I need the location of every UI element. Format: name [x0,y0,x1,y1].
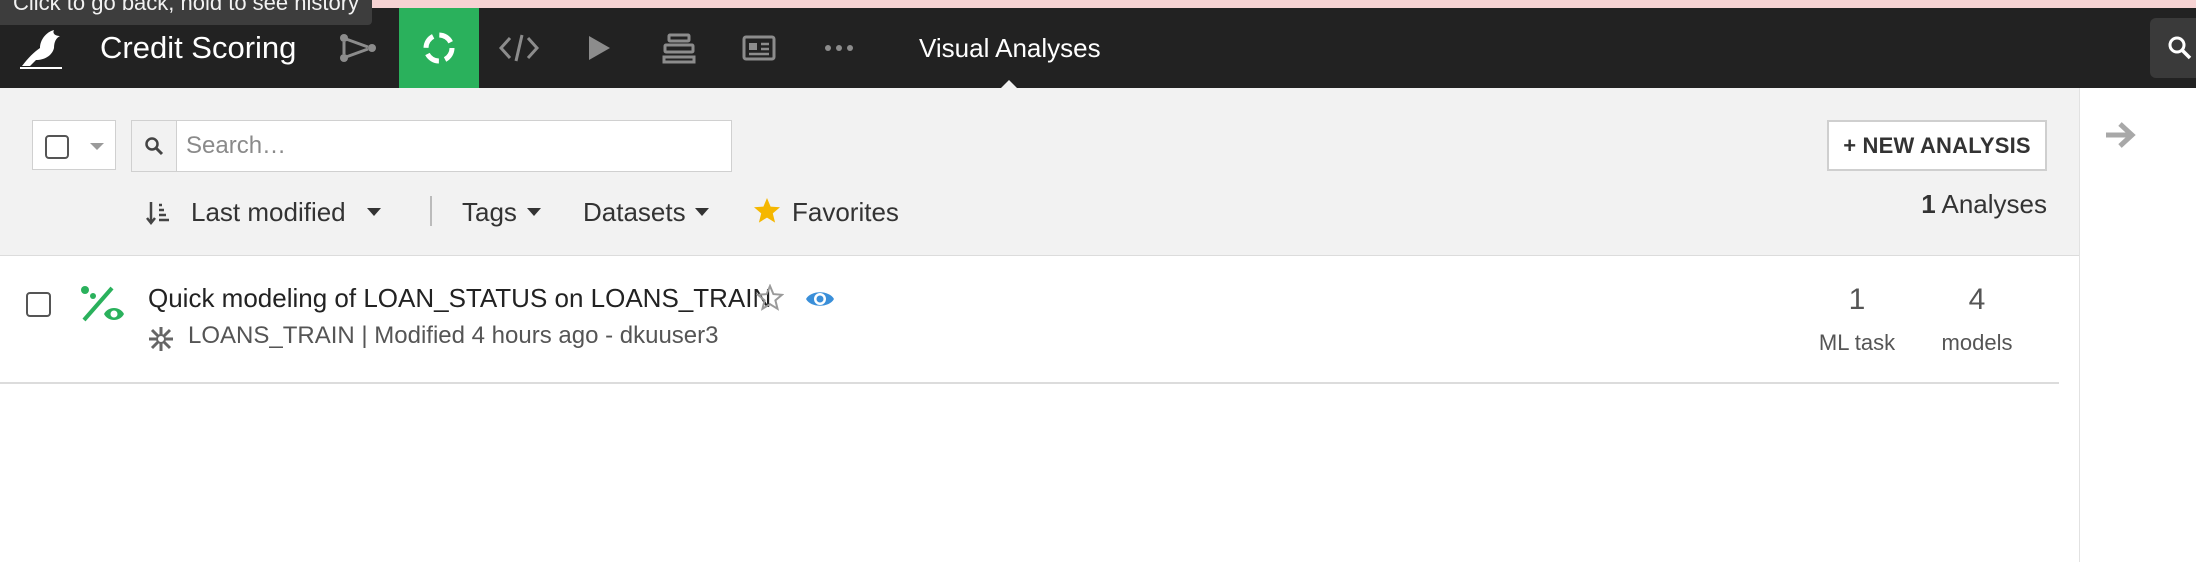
filter-bar: + NEW ANALYSIS Last modified Tags Datase… [0,88,2079,256]
arrow-right-icon[interactable] [2103,120,2137,155]
search-icon [2168,36,2192,60]
chevron-down-icon[interactable] [695,208,709,216]
back-history-tooltip: Click to go back, hold to see history [0,0,373,25]
deploy-icon[interactable] [639,8,719,88]
search-input[interactable] [186,129,716,163]
ml-task-stat[interactable]: 1 ML task [1797,280,1917,358]
chevron-down-icon[interactable] [90,143,104,150]
favorites-filter[interactable]: Favorites [792,196,899,228]
analysis-meta: LOANS_TRAIN | Modified 4 hours ago - dku… [188,322,719,349]
analysis-row[interactable]: Quick modeling of LOAN_STATUS on LOANS_T… [0,256,2059,384]
quick-model-icon [80,284,124,329]
search-field[interactable] [131,120,732,172]
datasets-filter[interactable]: Datasets [583,196,686,228]
models-count: 4 [1968,283,1986,316]
select-all-dropdown[interactable] [32,120,116,170]
analyses-count: 1 Analyses [1921,189,2047,219]
snowflake-dataset-icon [148,326,174,357]
ml-task-label: ML task [1818,330,1896,355]
ml-task-count: 1 [1848,283,1866,316]
right-side-panel [2079,88,2196,562]
new-analysis-button[interactable]: + NEW ANALYSIS [1827,120,2047,171]
more-icon[interactable] [799,8,879,88]
tags-filter[interactable]: Tags [462,196,517,228]
run-icon[interactable] [559,8,639,88]
chevron-down-icon[interactable] [527,208,541,216]
search-icon [132,121,177,171]
models-stat[interactable]: 4 models [1917,280,2037,358]
code-icon[interactable] [479,8,559,88]
analysis-title[interactable]: Quick modeling of LOAN_STATUS on LOANS_T… [148,282,771,314]
models-label: models [1941,330,2013,355]
section-title[interactable]: Visual Analyses [919,32,1101,64]
row-checkbox[interactable] [26,292,51,317]
dashboard-icon[interactable] [719,8,799,88]
select-all-checkbox[interactable] [45,135,69,159]
star-outline-icon[interactable] [755,283,785,316]
chevron-down-icon[interactable] [367,208,381,216]
eye-icon[interactable] [805,288,835,315]
sort-dropdown[interactable]: Last modified [191,196,346,228]
lab-icon[interactable] [399,8,479,88]
dataiku-logo-icon[interactable] [18,24,64,70]
global-search-button[interactable] [2150,18,2196,78]
divider [430,196,432,226]
star-icon[interactable] [753,197,781,229]
sort-icon[interactable] [146,200,170,231]
project-name[interactable]: Credit Scoring [100,28,296,68]
